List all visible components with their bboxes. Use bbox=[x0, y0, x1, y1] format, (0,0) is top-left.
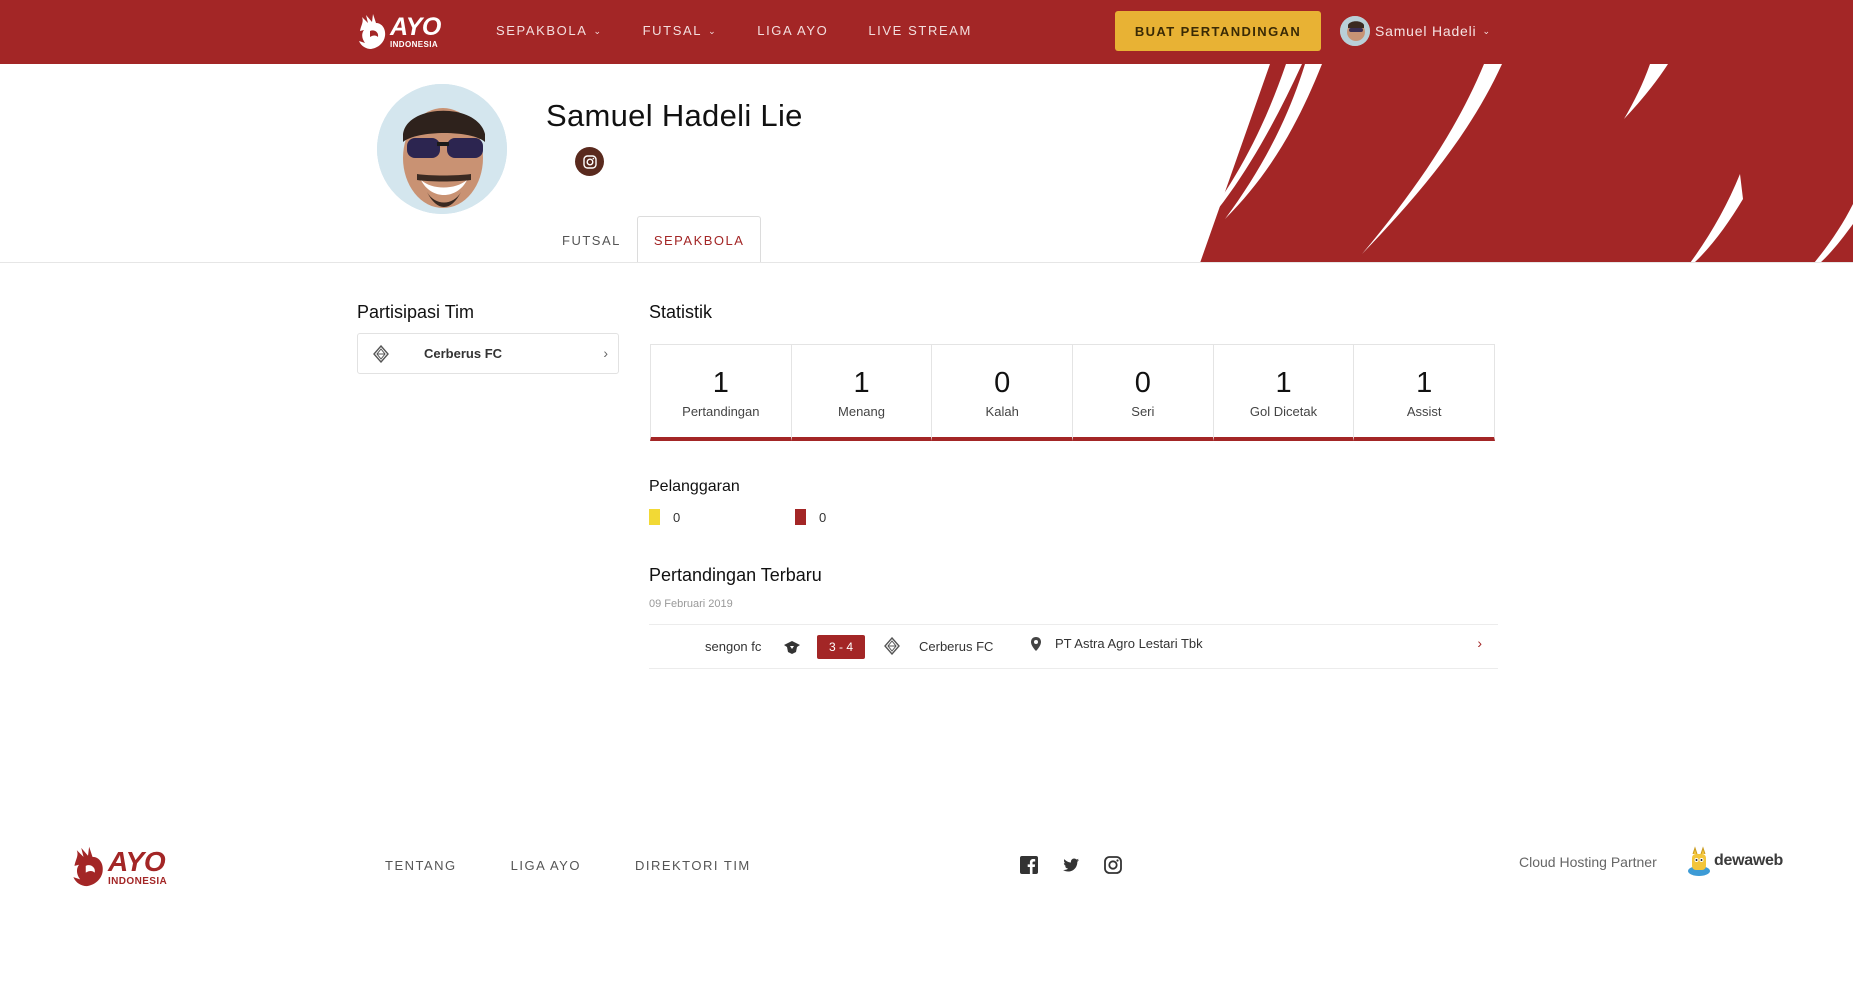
stat-wins: 1 Menang bbox=[790, 344, 932, 441]
partner-label: Cloud Hosting Partner bbox=[1519, 854, 1657, 870]
stat-value: 1 bbox=[1416, 367, 1433, 399]
twitter-icon[interactable] bbox=[1062, 856, 1080, 874]
violations-title: Pelanggaran bbox=[649, 478, 740, 495]
profile-header: Samuel Hadeli Lie FUTSAL SEPAKBOLA bbox=[0, 64, 1853, 263]
main-nav: SEPAKBOLA ⌄ FUTSAL ⌄ LIGA AYO LIVE STREA… bbox=[496, 0, 1012, 60]
yellow-card-value: 0 bbox=[673, 509, 681, 525]
stat-losses: 0 Kalah bbox=[931, 344, 1073, 441]
location-pin-icon bbox=[1031, 637, 1041, 651]
stat-value: 0 bbox=[994, 367, 1011, 399]
stat-label: Menang bbox=[838, 404, 885, 419]
instagram-link[interactable] bbox=[575, 147, 604, 176]
team-logo-icon bbox=[373, 344, 389, 363]
match-venue: PT Astra Agro Lestari Tbk bbox=[1055, 636, 1203, 651]
red-card-count: 0 bbox=[795, 508, 826, 526]
teams-section-title: Partisipasi Tim bbox=[357, 302, 475, 322]
stat-goals: 1 Gol Dicetak bbox=[1212, 344, 1354, 441]
nav-futsal-label: FUTSAL bbox=[642, 22, 703, 38]
nav-sepakbola-label: SEPAKBOLA bbox=[496, 22, 588, 38]
instagram-icon bbox=[582, 154, 597, 169]
chevron-down-icon: ⌄ bbox=[593, 25, 603, 36]
stat-value: 1 bbox=[853, 367, 870, 399]
user-name: Samuel Hadeli bbox=[1375, 23, 1477, 39]
partner-name: dewaweb bbox=[1714, 852, 1784, 869]
stat-matches: 1 Pertandingan bbox=[650, 344, 791, 441]
yellow-card-count: 0 bbox=[649, 508, 680, 526]
nav-live-stream[interactable]: LIVE STREAM bbox=[868, 23, 972, 38]
stats-section-title: Statistik bbox=[649, 302, 713, 322]
logo-subtitle: INDONESIA bbox=[390, 40, 439, 49]
tab-sepakbola[interactable]: SEPAKBOLA bbox=[636, 216, 762, 262]
profile-name: Samuel Hadeli Lie bbox=[546, 98, 803, 133]
footer-ayo-logo[interactable]: AYO INDONESIA bbox=[70, 845, 167, 889]
logo-wordmark: AYO bbox=[390, 13, 441, 41]
nav-futsal[interactable]: FUTSAL ⌄ bbox=[643, 23, 718, 38]
create-match-button[interactable]: BUAT PERTANDINGAN bbox=[1115, 11, 1321, 51]
nav-liga-ayo-label: LIGA AYO bbox=[757, 22, 829, 38]
footer-link-direktori-tim[interactable]: DIREKTORI TIM bbox=[635, 858, 751, 873]
logo-subtitle: INDONESIA bbox=[108, 875, 168, 887]
instagram-icon[interactable] bbox=[1104, 856, 1122, 874]
profile-photo bbox=[377, 84, 507, 214]
stat-label: Gol Dicetak bbox=[1249, 404, 1318, 419]
logo-wordmark: AYO bbox=[108, 845, 166, 877]
away-team-name: Cerberus FC bbox=[919, 639, 994, 654]
top-navbar: AYO INDONESIA SEPAKBOLA ⌄ FUTSAL ⌄ LIGA … bbox=[0, 0, 1853, 64]
stat-value: 1 bbox=[712, 367, 729, 399]
red-card-icon bbox=[795, 509, 806, 525]
chevron-right-icon: › bbox=[603, 345, 608, 361]
nav-live-stream-label: LIVE STREAM bbox=[868, 22, 972, 38]
away-team-logo-icon bbox=[884, 637, 900, 655]
nav-liga-ayo[interactable]: LIGA AYO bbox=[757, 23, 828, 38]
recent-matches-title: Pertandingan Terbaru bbox=[649, 565, 822, 585]
footer-links: TENTANG LIGA AYO DIREKTORI TIM bbox=[385, 858, 805, 873]
footer-link-liga-ayo[interactable]: LIGA AYO bbox=[511, 858, 581, 873]
stat-label: Seri bbox=[1131, 404, 1155, 419]
dewaweb-mascot-icon bbox=[1688, 846, 1710, 876]
home-team-name: sengon fc bbox=[705, 639, 762, 654]
user-menu[interactable]: Samuel Hadeli ⌄ bbox=[1340, 16, 1491, 46]
sport-tabs: FUTSAL SEPAKBOLA bbox=[546, 216, 762, 262]
header-decoration bbox=[1182, 64, 1853, 262]
match-score: 3 - 4 bbox=[817, 635, 865, 659]
footer-link-tentang[interactable]: TENTANG bbox=[385, 858, 457, 873]
chevron-right-icon: › bbox=[1477, 635, 1482, 651]
user-avatar bbox=[1340, 16, 1370, 46]
yellow-card-icon bbox=[649, 509, 660, 525]
stat-value: 0 bbox=[1134, 367, 1151, 399]
team-card[interactable]: Cerberus FC › bbox=[357, 333, 619, 374]
stat-value: 1 bbox=[1275, 367, 1292, 399]
match-row[interactable]: sengon fc 3 - 4 Cerberus FC PT Astra Agr… bbox=[649, 624, 1498, 669]
stat-draws: 0 Seri bbox=[1072, 344, 1213, 441]
eagle-logo-icon bbox=[359, 14, 386, 49]
match-date: 09 Februari 2019 bbox=[649, 598, 733, 610]
ayo-logo[interactable]: AYO INDONESIA bbox=[356, 12, 441, 52]
tab-futsal[interactable]: FUTSAL bbox=[546, 216, 637, 262]
stats-grid: 1 Pertandingan 1 Menang 0 Kalah 0 Seri 1… bbox=[650, 344, 1496, 441]
dewaweb-logo[interactable]: dewaweb bbox=[1687, 846, 1783, 876]
stat-assists: 1 Assist bbox=[1353, 344, 1496, 441]
team-name: Cerberus FC bbox=[424, 346, 503, 361]
home-team-logo-icon bbox=[784, 641, 800, 654]
stat-label: Assist bbox=[1406, 404, 1442, 419]
red-card-value: 0 bbox=[819, 509, 827, 525]
chevron-down-icon: ⌄ bbox=[1482, 25, 1491, 36]
nav-sepakbola[interactable]: SEPAKBOLA ⌄ bbox=[496, 23, 603, 38]
eagle-logo-icon bbox=[73, 846, 103, 887]
stat-label: Kalah bbox=[985, 404, 1019, 419]
stat-label: Pertandingan bbox=[682, 404, 760, 419]
chevron-down-icon: ⌄ bbox=[708, 25, 718, 36]
facebook-icon[interactable] bbox=[1020, 856, 1038, 874]
